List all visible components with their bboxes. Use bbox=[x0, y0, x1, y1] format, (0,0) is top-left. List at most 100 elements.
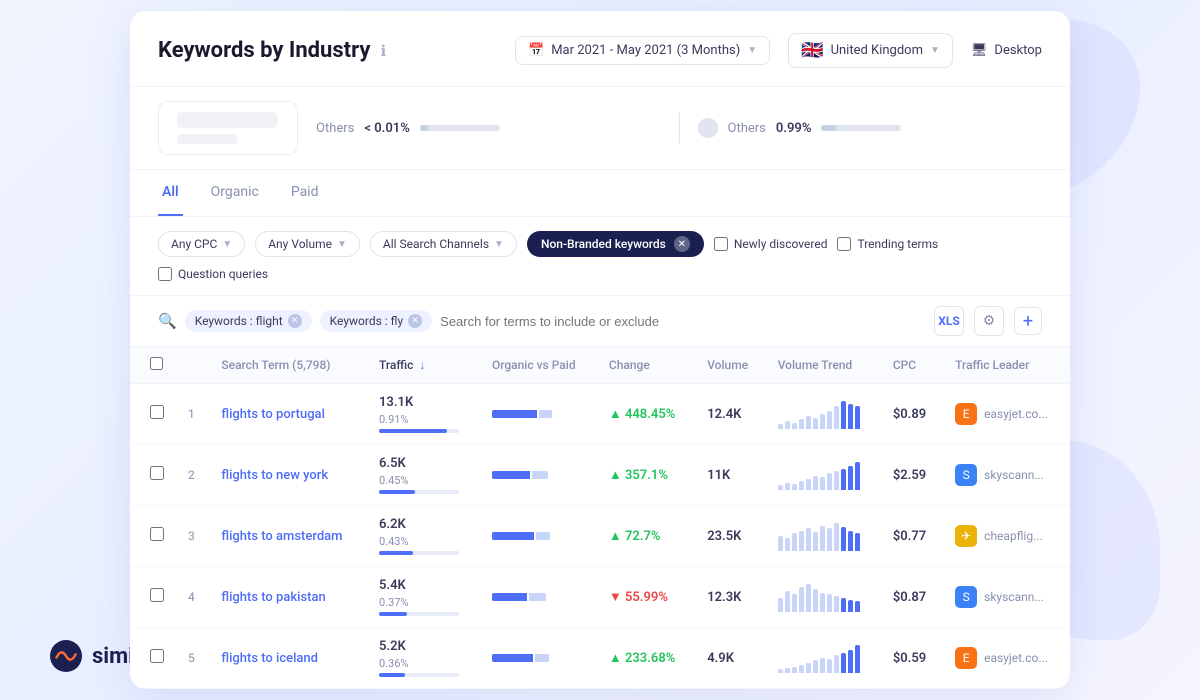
row-term[interactable]: flights to amsterdam bbox=[209, 506, 367, 567]
table-row: 3flights to amsterdam 6.2K 0.43% ▲ 72.7%… bbox=[130, 506, 1070, 567]
row-num: 1 bbox=[176, 384, 209, 445]
mini-bar bbox=[799, 665, 804, 673]
mini-bar bbox=[792, 484, 797, 490]
paid-bar bbox=[529, 593, 547, 601]
mini-bar bbox=[813, 532, 818, 551]
mini-bar bbox=[799, 481, 804, 490]
row-term[interactable]: flights to iceland bbox=[209, 628, 367, 689]
channels-label: All Search Channels bbox=[383, 237, 489, 251]
row-num: 5 bbox=[176, 628, 209, 689]
row-term[interactable]: flights to pakistan bbox=[209, 567, 367, 628]
mini-bar bbox=[806, 416, 811, 429]
device-picker[interactable]: 🖥 Desktop bbox=[971, 43, 1042, 58]
row-organic-paid bbox=[480, 506, 597, 567]
nonbranded-close-icon[interactable]: ✕ bbox=[674, 236, 690, 252]
mini-bar bbox=[806, 663, 811, 673]
row-change: ▲ 448.45% bbox=[597, 384, 695, 445]
info-icon[interactable]: ℹ bbox=[380, 42, 386, 60]
add-button[interactable]: + bbox=[1014, 307, 1042, 335]
keywords-table-wrapper: Search Term (5,798) Traffic ↓ Organic vs… bbox=[130, 347, 1070, 689]
divider bbox=[679, 113, 680, 143]
summary-bar-fill-1 bbox=[420, 125, 428, 131]
tab-paid[interactable]: Paid bbox=[287, 170, 323, 216]
col-traffic[interactable]: Traffic ↓ bbox=[367, 347, 480, 384]
keyword-flight-label: Keywords : flight bbox=[195, 314, 283, 328]
summary-row: Others < 0.01% Others 0.99% bbox=[130, 87, 1070, 170]
channels-filter[interactable]: All Search Channels ▼ bbox=[370, 231, 517, 257]
mini-bar bbox=[813, 476, 818, 490]
row-organic-paid bbox=[480, 384, 597, 445]
row-volume-trend bbox=[766, 384, 881, 445]
term-link[interactable]: flights to portugal bbox=[221, 407, 325, 422]
keyword-tag-flight: Keywords : flight ✕ bbox=[185, 310, 312, 332]
traffic-bar-fill bbox=[379, 673, 405, 677]
nonbranded-filter[interactable]: Non-Branded keywords ✕ bbox=[527, 231, 704, 257]
term-link[interactable]: flights to pakistan bbox=[221, 590, 325, 605]
mini-bar bbox=[799, 531, 804, 551]
traffic-bar-bg bbox=[379, 490, 459, 494]
select-all-checkbox[interactable] bbox=[150, 357, 163, 370]
mini-bar bbox=[855, 645, 860, 673]
filters-row: Any CPC ▼ Any Volume ▼ All Search Channe… bbox=[130, 217, 1070, 296]
mini-bar bbox=[806, 528, 811, 551]
row-checkbox[interactable] bbox=[150, 527, 164, 541]
settings-button[interactable]: ⚙ bbox=[974, 306, 1004, 336]
search-input[interactable] bbox=[440, 314, 926, 329]
keyword-fly-remove-icon[interactable]: ✕ bbox=[408, 314, 422, 328]
newly-discovered-filter[interactable]: Newly discovered bbox=[714, 237, 828, 251]
mini-bars bbox=[778, 521, 869, 551]
tab-all[interactable]: All bbox=[158, 170, 183, 216]
table-header-row: Search Term (5,798) Traffic ↓ Organic vs… bbox=[130, 347, 1070, 384]
row-checkbox[interactable] bbox=[150, 466, 164, 480]
country-picker[interactable]: 🇬🇧 United Kingdom ▼ bbox=[788, 33, 953, 68]
header-left: Keywords by Industry ℹ bbox=[158, 38, 386, 63]
row-traffic-leader: S skyscann... bbox=[943, 567, 1070, 628]
row-term[interactable]: flights to new york bbox=[209, 445, 367, 506]
row-volume-trend bbox=[766, 567, 881, 628]
term-link[interactable]: flights to new york bbox=[221, 468, 328, 483]
volume-num: 11K bbox=[707, 468, 730, 483]
term-link[interactable]: flights to iceland bbox=[221, 651, 318, 666]
row-checkbox-cell bbox=[130, 628, 176, 689]
volume-filter[interactable]: Any Volume ▼ bbox=[255, 231, 360, 257]
plus-icon: + bbox=[1023, 311, 1033, 332]
cpc-label: Any CPC bbox=[171, 237, 217, 251]
row-traffic: 6.5K 0.45% bbox=[367, 445, 480, 506]
trending-terms-checkbox[interactable] bbox=[837, 237, 851, 251]
cpc-filter[interactable]: Any CPC ▼ bbox=[158, 231, 245, 257]
row-traffic-leader: S skyscann... bbox=[943, 445, 1070, 506]
keyword-fly-label: Keywords : fly bbox=[330, 314, 403, 328]
change-value: ▲ 357.1% bbox=[609, 468, 668, 483]
leader-icon: E bbox=[955, 403, 977, 425]
term-link[interactable]: flights to amsterdam bbox=[221, 529, 342, 544]
row-checkbox[interactable] bbox=[150, 405, 164, 419]
traffic-bar-fill bbox=[379, 612, 407, 616]
row-term[interactable]: flights to portugal bbox=[209, 384, 367, 445]
main-card: Keywords by Industry ℹ 📅 Mar 2021 - May … bbox=[130, 11, 1070, 689]
newly-discovered-checkbox[interactable] bbox=[714, 237, 728, 251]
row-checkbox[interactable] bbox=[150, 649, 164, 663]
col-term[interactable]: Search Term (5,798) bbox=[209, 347, 367, 384]
leader-name: cheapflig... bbox=[984, 529, 1042, 543]
country-label: United Kingdom bbox=[831, 43, 923, 58]
keyword-flight-remove-icon[interactable]: ✕ bbox=[288, 314, 302, 328]
row-checkbox-cell bbox=[130, 506, 176, 567]
mini-bar bbox=[855, 462, 860, 490]
row-checkbox[interactable] bbox=[150, 588, 164, 602]
question-queries-filter[interactable]: Question queries bbox=[158, 267, 268, 281]
row-traffic-leader: E easyjet.co... bbox=[943, 384, 1070, 445]
date-picker[interactable]: 📅 Mar 2021 - May 2021 (3 Months) ▼ bbox=[515, 36, 770, 65]
question-queries-checkbox[interactable] bbox=[158, 267, 172, 281]
tab-organic[interactable]: Organic bbox=[207, 170, 263, 216]
organic-paid-bar bbox=[492, 532, 585, 540]
row-checkbox-cell bbox=[130, 445, 176, 506]
keyword-tag-fly: Keywords : fly ✕ bbox=[320, 310, 432, 332]
desktop-icon: 🖥 bbox=[971, 43, 988, 58]
gear-icon: ⚙ bbox=[983, 313, 996, 329]
trending-terms-filter[interactable]: Trending terms bbox=[837, 237, 938, 251]
organic-paid-bar bbox=[492, 410, 585, 418]
mini-bar bbox=[834, 471, 839, 490]
export-excel-button[interactable]: XLS bbox=[934, 306, 964, 336]
mini-bar bbox=[820, 477, 825, 490]
mini-bar bbox=[834, 655, 839, 673]
